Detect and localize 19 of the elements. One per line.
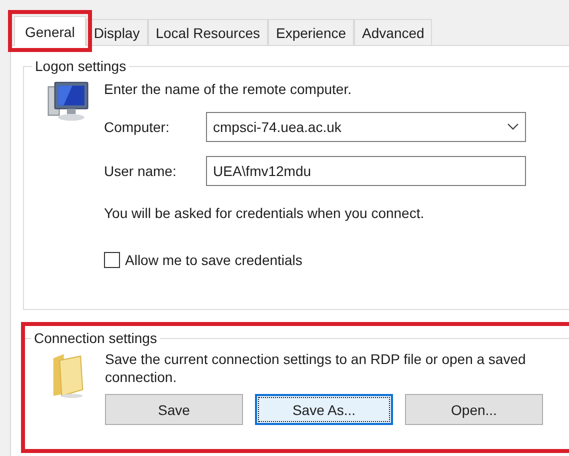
group-title: Logon settings [34, 58, 128, 74]
action-button[interactable]: Save [105, 394, 243, 425]
user-name-field[interactable]: UEA\fmv12mdu [206, 156, 526, 186]
description-text: Save the current connection settings to an RDP file or open a saved connection. [105, 350, 527, 386]
computer-combo-box[interactable]: cmpsci-74.uea.ac.uk [206, 112, 526, 142]
action-button[interactable]: Save As... [255, 394, 393, 425]
checkbox[interactable] [104, 252, 120, 268]
tab[interactable]: Advanced [354, 19, 432, 45]
checkbox-label[interactable]: Allow me to save credentials [125, 252, 302, 268]
tab[interactable]: Local Resources [148, 19, 268, 45]
group-title: Connection settings [33, 330, 158, 346]
action-button[interactable]: Open... [405, 394, 543, 425]
tab[interactable]: Experience [268, 19, 354, 45]
credentials-note: You will be asked for credentials when you connect. [104, 204, 426, 222]
field-label: User name: [104, 163, 178, 179]
chevron-down-icon[interactable] [507, 123, 519, 131]
instruction-text: Enter the name of the remote computer. [104, 80, 352, 98]
field-label: Computer: [104, 119, 170, 135]
tab[interactable]: Display [86, 19, 148, 45]
